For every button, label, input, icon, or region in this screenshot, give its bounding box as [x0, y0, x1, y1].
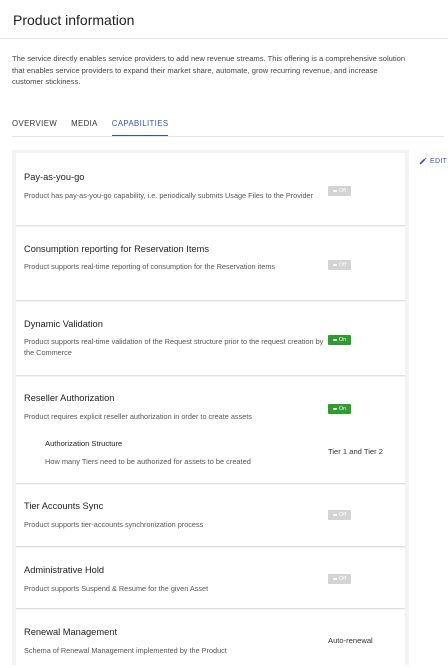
capability-description: Product supports Suspend & Resume for th…: [24, 584, 209, 593]
renewal-management-value[interactable]: Auto-renewal: [328, 636, 373, 645]
capability-card-administrative-hold: Administrative Hold Product supports Sus…: [16, 548, 405, 609]
capability-title: Administrative Hold: [24, 565, 105, 575]
edit-button[interactable]: EDIT: [419, 157, 447, 165]
toggle-label: Off: [338, 512, 347, 518]
toggle-icon: [332, 190, 337, 192]
capability-title: Renewal Management: [24, 627, 118, 637]
capability-toggle[interactable]: On: [328, 335, 351, 345]
sub-setting-title: Authorization Structure: [45, 439, 123, 448]
toggle-label: On: [338, 406, 347, 412]
capability-toggle[interactable]: Off: [328, 186, 351, 196]
capability-description: Product supports tier-accounts synchroni…: [24, 520, 204, 529]
capability-card-renewal-management: Renewal Management Schema of Renewal Man…: [16, 610, 405, 665]
capability-description: Product supports real-time reporting of …: [24, 262, 276, 271]
capability-toggle[interactable]: Off: [328, 510, 351, 520]
tab-media[interactable]: MEDIA: [71, 118, 98, 136]
toggle-label: On: [338, 337, 347, 343]
tab-bar: OVERVIEW MEDIA CAPABILITIES: [12, 118, 182, 137]
capability-description: Product supports real-time validation of…: [24, 337, 324, 357]
toggle-icon: [332, 514, 337, 516]
capability-toggle[interactable]: Off: [328, 574, 351, 584]
toggle-icon: [332, 264, 337, 266]
edit-label: EDIT: [430, 157, 448, 165]
authorization-structure-value[interactable]: Tier 1 and Tier 2: [328, 447, 383, 456]
page-title: Product information: [13, 12, 135, 28]
capability-card-pay-as-you-go: Pay-as-you-go Product has pay-as-you-go …: [16, 153, 405, 226]
toggle-label: Off: [338, 262, 347, 268]
capabilities-panel: Pay-as-you-go Product has pay-as-you-go …: [12, 150, 409, 665]
capability-title: Dynamic Validation: [24, 319, 103, 329]
capability-card-consumption-reporting: Consumption reporting for Reservation It…: [16, 227, 405, 301]
toggle-label: Off: [338, 188, 347, 194]
page-header: Product information: [0, 0, 448, 39]
toggle-icon: [332, 339, 337, 341]
tab-capabilities[interactable]: CAPABILITIES: [111, 118, 169, 137]
toggle-label: Off: [338, 576, 347, 582]
tab-overview[interactable]: OVERVIEW: [12, 118, 57, 136]
toggle-icon: [332, 578, 337, 580]
toggle-icon: [332, 408, 337, 410]
capability-title: Reseller Authorization: [24, 393, 115, 403]
capability-card-dynamic-validation: Dynamic Validation Product supports real…: [16, 302, 405, 376]
capability-title: Tier Accounts Sync: [24, 501, 104, 511]
capability-toggle[interactable]: Off: [328, 260, 351, 270]
capability-description: Product has pay-as-you-go capability, i.…: [24, 191, 314, 200]
capability-description: Schema of Renewal Management implemented…: [24, 646, 227, 655]
pencil-icon: [419, 157, 427, 165]
capability-card-reseller-authorization: Reseller Authorization Product requires …: [16, 377, 405, 484]
sub-setting-description: How many Tiers need to be authorized for…: [45, 457, 251, 466]
product-description: The service directly enables service pro…: [12, 54, 406, 87]
tabs-divider: [12, 136, 444, 137]
capability-title: Consumption reporting for Reservation It…: [24, 244, 209, 254]
capability-title: Pay-as-you-go: [24, 172, 85, 182]
capability-card-tier-accounts-sync: Tier Accounts Sync Product supports tier…: [16, 485, 405, 547]
capability-description: Product requires explicit reseller autho…: [24, 412, 252, 421]
capability-toggle[interactable]: On: [328, 404, 351, 414]
